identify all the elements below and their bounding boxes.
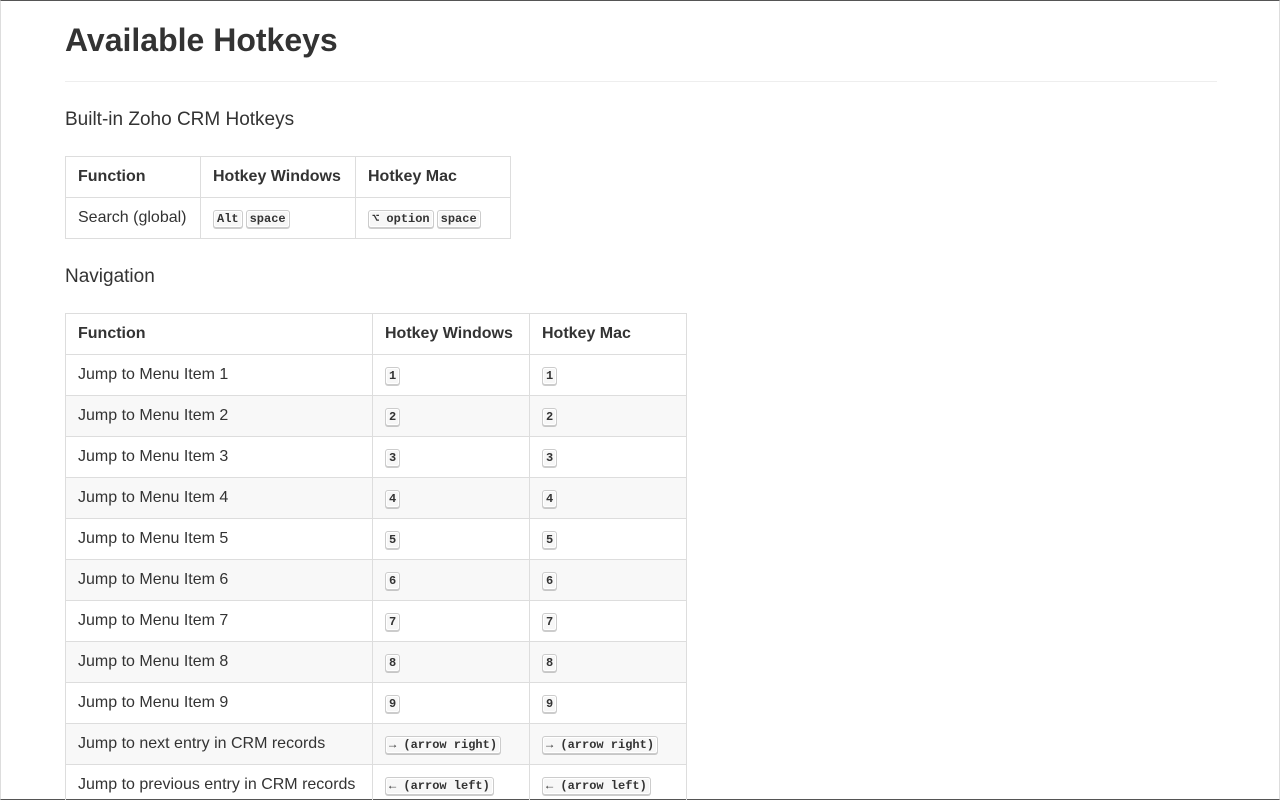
key-cap: ← (arrow left) — [385, 776, 494, 795]
hotkey-windows-cell: ← (arrow left) — [372, 764, 530, 800]
hotkey-windows-cell: Alt space — [200, 197, 356, 239]
table-row: Jump to Menu Item 3 3 3 — [65, 436, 687, 478]
key-cap: 8 — [385, 653, 401, 672]
key-cap: 9 — [385, 694, 401, 713]
hotkey-mac-cell: ⌥ option space — [355, 197, 511, 239]
table-row: Jump to Menu Item 6 6 6 — [65, 559, 687, 601]
hotkey-windows-cell: 4 — [372, 477, 530, 519]
key-cap: space — [245, 209, 290, 228]
key-cap: 6 — [385, 571, 401, 590]
content: Available Hotkeys Built-in Zoho CRM Hotk… — [65, 1, 1217, 800]
key-cap: 9 — [542, 694, 558, 713]
function-cell: Jump to Menu Item 8 — [65, 641, 373, 683]
key-cap: 1 — [385, 366, 401, 385]
header-function: Function — [65, 156, 201, 198]
hotkey-mac-cell: 9 — [529, 682, 687, 724]
header-hotkey-mac: Hotkey Mac — [355, 156, 511, 198]
key-cap: 2 — [542, 407, 558, 426]
table-row: Jump to next entry in CRM records → (arro… — [65, 723, 687, 765]
builtin-hotkeys-table: Function Hotkey Windows Hotkey Mac Searc… — [65, 156, 511, 239]
hotkey-mac-cell: 5 — [529, 518, 687, 560]
key-cap: 3 — [385, 448, 401, 467]
header-function: Function — [65, 313, 373, 355]
function-cell: Jump to Menu Item 5 — [65, 518, 373, 560]
table-row: Jump to Menu Item 7 7 7 — [65, 600, 687, 642]
hotkey-mac-cell: 7 — [529, 600, 687, 642]
function-cell: Jump to Menu Item 1 — [65, 354, 373, 396]
table-row: Jump to Menu Item 2 2 2 — [65, 395, 687, 437]
table-row: Jump to Menu Item 1 1 1 — [65, 354, 687, 396]
builtin-heading: Built-in Zoho CRM Hotkeys — [65, 109, 295, 130]
table-row: Jump to Menu Item 4 4 4 — [65, 477, 687, 519]
key-cap: 8 — [542, 653, 558, 672]
navigation-table-body: Jump to Menu Item 1 1 1 Jump to Menu Item 2… — [65, 354, 687, 800]
hotkey-mac-cell: → (arrow right) — [529, 723, 687, 765]
hotkey-windows-cell: 5 — [372, 518, 530, 560]
hotkey-mac-cell: 2 — [529, 395, 687, 437]
hotkey-windows-cell: 2 — [372, 395, 530, 437]
hotkey-windows-cell: 6 — [372, 559, 530, 601]
function-cell: Search (global) — [65, 197, 201, 239]
table-row: Jump to Menu Item 9 9 9 — [65, 682, 687, 724]
hotkey-mac-cell: 1 — [529, 354, 687, 396]
key-cap: 2 — [385, 407, 401, 426]
builtin-table-body: Search (global) Alt space ⌥ option space — [65, 197, 511, 239]
hotkey-windows-cell: → (arrow right) — [372, 723, 530, 765]
table-row: Jump to previous entry in CRM records ← (… — [65, 764, 687, 800]
key-cap: Alt — [213, 209, 243, 228]
key-cap: 5 — [542, 530, 558, 549]
function-cell: Jump to Menu Item 7 — [65, 600, 373, 642]
hotkey-windows-cell: 8 — [372, 641, 530, 683]
header-hotkey-mac: Hotkey Mac — [529, 313, 687, 355]
key-cap: 4 — [542, 489, 558, 508]
table-row: Jump to Menu Item 5 5 5 — [65, 518, 687, 560]
key-cap: 1 — [542, 366, 558, 385]
key-cap: ⌥ option — [368, 209, 434, 228]
header-hotkey-windows: Hotkey Windows — [372, 313, 530, 355]
hotkey-windows-cell: 3 — [372, 436, 530, 478]
table-row: Jump to Menu Item 8 8 8 — [65, 641, 687, 683]
key-cap: 7 — [542, 612, 558, 631]
key-cap: 3 — [542, 448, 558, 467]
key-cap: 4 — [385, 489, 401, 508]
hotkey-mac-cell: 3 — [529, 436, 687, 478]
table-header-row: Function Hotkey Windows Hotkey Mac — [65, 156, 511, 198]
key-cap: 6 — [542, 571, 558, 590]
page-title: Available Hotkeys — [65, 1, 1217, 82]
hotkey-mac-cell: 6 — [529, 559, 687, 601]
function-cell: Jump to Menu Item 3 — [65, 436, 373, 478]
key-cap: ← (arrow left) — [542, 776, 651, 795]
hotkey-mac-cell: ← (arrow left) — [529, 764, 687, 800]
header-hotkey-windows: Hotkey Windows — [200, 156, 356, 198]
key-cap: space — [436, 209, 481, 228]
table-row: Search (global) Alt space ⌥ option space — [65, 197, 511, 239]
hotkey-mac-cell: 4 — [529, 477, 687, 519]
navigation-heading: Navigation — [65, 266, 155, 287]
navigation-hotkeys-table: Function Hotkey Windows Hotkey Mac Jump … — [65, 313, 687, 800]
table-header-row: Function Hotkey Windows Hotkey Mac — [65, 313, 687, 355]
page: Available Hotkeys Built-in Zoho CRM Hotk… — [0, 0, 1280, 800]
function-cell: Jump to Menu Item 6 — [65, 559, 373, 601]
hotkey-windows-cell: 7 — [372, 600, 530, 642]
key-cap: 7 — [385, 612, 401, 631]
function-cell: Jump to next entry in CRM records — [65, 723, 373, 765]
function-cell: Jump to Menu Item 2 — [65, 395, 373, 437]
hotkey-windows-cell: 1 — [372, 354, 530, 396]
key-cap: → (arrow right) — [385, 735, 502, 754]
hotkey-mac-cell: 8 — [529, 641, 687, 683]
hotkey-windows-cell: 9 — [372, 682, 530, 724]
function-cell: Jump to Menu Item 4 — [65, 477, 373, 519]
function-cell: Jump to previous entry in CRM records — [65, 764, 373, 800]
key-cap: 5 — [385, 530, 401, 549]
function-cell: Jump to Menu Item 9 — [65, 682, 373, 724]
key-cap: → (arrow right) — [542, 735, 659, 754]
